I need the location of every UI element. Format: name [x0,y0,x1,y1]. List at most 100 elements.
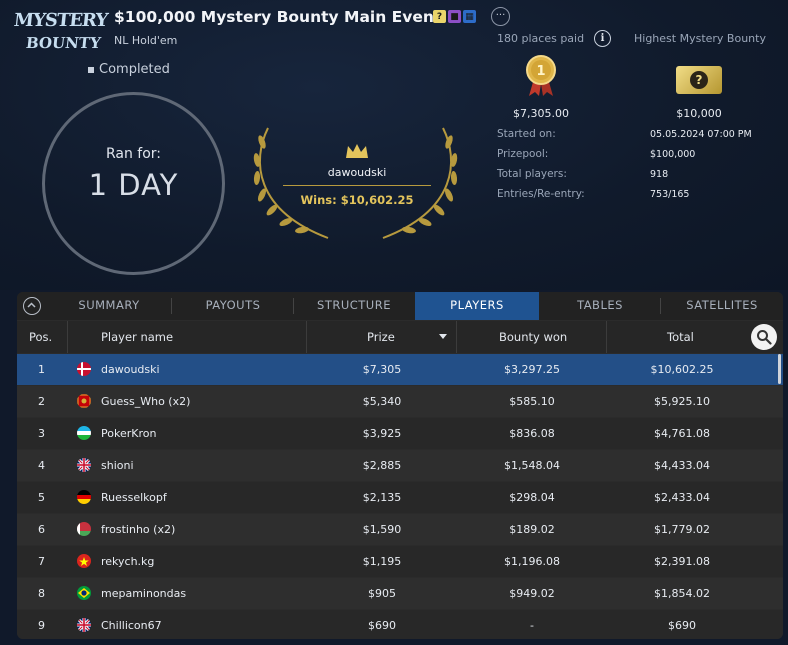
search-button[interactable] [751,324,777,350]
total-players-label: Total players: [497,168,567,180]
ran-for-label: Ran for: [105,146,162,162]
table-row[interactable]: 8 mepaminondas $905 $949.02 $1,854.02 [17,578,783,609]
table-row[interactable]: 6 frostinho (x2) $1,590 $189.02 $1,779.02 [17,514,783,545]
entries-value: 753/165 [650,189,690,200]
col-player[interactable]: Player name [101,321,173,353]
tab-summary[interactable]: SUMMARY [47,292,171,320]
row-pos: 4 [38,459,45,472]
row-player-name[interactable]: dawoudski [101,354,160,385]
table-row[interactable]: 9 Chillicon67 $690 - $690 [17,610,783,639]
row-pos: 2 [38,395,45,408]
status-completed: Completed [88,62,170,77]
col-pos[interactable]: Pos. [29,321,52,353]
tab-bar: SUMMARY PAYOUTS STRUCTURE PLAYERS TABLES… [17,292,783,320]
col-total[interactable]: Total [667,321,694,353]
winner-name: dawoudski [327,166,387,179]
flag-uz-icon [77,426,91,440]
crown-icon [346,144,368,158]
row-prize: $7,305 [362,363,402,376]
tab-payouts[interactable]: PAYOUTS [172,292,294,320]
row-player-name[interactable]: rekych.kg [101,546,154,577]
flag-br-icon [77,586,91,600]
ran-for-value: 1 DAY [88,168,179,202]
flag-vn-icon [77,554,91,568]
table-badge-icon: ▦ [463,10,476,23]
table-row[interactable]: 3 PokerKron $3,925 $836.08 $4,761.08 [17,418,783,449]
tournament-badges: ? ■ ▦ [433,10,476,23]
row-total: $4,433.04 [654,459,710,472]
prizepool-value: $100,000 [650,149,696,160]
row-prize: $5,340 [362,395,402,408]
mystery-ticket-icon: ? [676,66,722,94]
row-bounty: $585.10 [509,395,555,408]
row-player-name[interactable]: Chillicon67 [101,610,162,639]
mystery-bounty-logo: MYSTERY BOUNTY [12,10,109,52]
flag-de-icon [77,490,91,504]
row-prize: $3,925 [362,427,402,440]
tab-structure[interactable]: STRUCTURE [294,292,414,320]
row-total: $1,779.02 [654,523,710,536]
row-pos: 5 [38,491,45,504]
row-bounty: $1,196.08 [504,555,560,568]
info-icon[interactable]: i [594,30,611,47]
flag-by-icon [77,522,91,536]
row-player-name[interactable]: mepaminondas [101,578,186,609]
row-prize: $905 [368,587,396,600]
row-bounty: $3,297.25 [504,363,560,376]
table-row[interactable]: 5 Ruesselkopf $2,135 $298.04 $2,433.04 [17,482,783,513]
col-prize[interactable]: Prize [367,321,395,353]
highest-bounty-label: Highest Mystery Bounty [634,32,766,45]
col-bounty[interactable]: Bounty won [499,321,567,353]
row-pos: 9 [38,619,45,632]
row-total: $1,854.02 [654,587,710,600]
tab-tables[interactable]: TABLES [540,292,660,320]
tab-satellites[interactable]: SATELLITES [661,292,783,320]
row-bounty: $836.08 [509,427,555,440]
table-row[interactable]: 7 rekych.kg $1,195 $1,196.08 $2,391.08 [17,546,783,577]
row-bounty: $189.02 [509,523,555,536]
table-row[interactable]: 1 dawoudski $7,305 $3,297.25 $10,602.25 [17,354,783,385]
winner-divider [283,185,431,186]
tournament-title: $100,000 Mystery Bounty Main Event [114,8,442,26]
row-bounty: $1,548.04 [504,459,560,472]
players-panel: SUMMARY PAYOUTS STRUCTURE PLAYERS TABLES… [17,292,783,639]
row-total: $690 [668,619,696,632]
svg-text:1: 1 [536,64,545,79]
gold-medal-icon: 1 [526,55,556,96]
chevron-up-icon [27,302,36,308]
flag-me-icon [77,394,91,408]
table-row[interactable]: 4 shioni $2,885 $1,548.04 $4,433.04 [17,450,783,481]
total-players-value: 918 [650,169,669,180]
row-pos: 6 [38,523,45,536]
highest-bounty-value: $10,000 [676,107,722,120]
more-options-button[interactable]: ··· [491,7,510,26]
row-pos: 7 [38,555,45,568]
winner-wins: Wins: $10,602.25 [300,193,414,207]
flag-gb-icon [77,618,91,632]
row-player-name[interactable]: shioni [101,450,134,481]
row-player-name[interactable]: PokerKron [101,418,156,449]
row-player-name[interactable]: Guess_Who (x2) [101,386,190,417]
row-prize: $1,195 [362,555,402,568]
video-badge-icon: ■ [448,10,461,23]
collapse-toggle-button[interactable] [23,297,41,315]
row-total: $2,433.04 [654,491,710,504]
game-type: NL Hold'em [114,34,178,47]
first-prize-value: $7,305.00 [513,107,569,120]
row-pos: 3 [38,427,45,440]
row-player-name[interactable]: Ruesselkopf [101,482,167,513]
flag-gb-icon [77,458,91,472]
started-on-label: Started on: [497,128,556,140]
table-row[interactable]: 2 Guess_Who (x2) $5,340 $585.10 $5,925.10 [17,386,783,417]
tab-players[interactable]: PLAYERS [415,292,539,320]
scrollbar[interactable] [778,354,781,384]
row-pos: 1 [38,363,45,376]
status-square-icon [88,66,94,73]
row-player-name[interactable]: frostinho (x2) [101,514,175,545]
row-total: $5,925.10 [654,395,710,408]
row-prize: $690 [368,619,396,632]
sort-desc-icon[interactable] [439,334,447,339]
row-bounty: $298.04 [509,491,555,504]
row-pos: 8 [38,587,45,600]
laurel-wreath-icon [253,127,458,239]
